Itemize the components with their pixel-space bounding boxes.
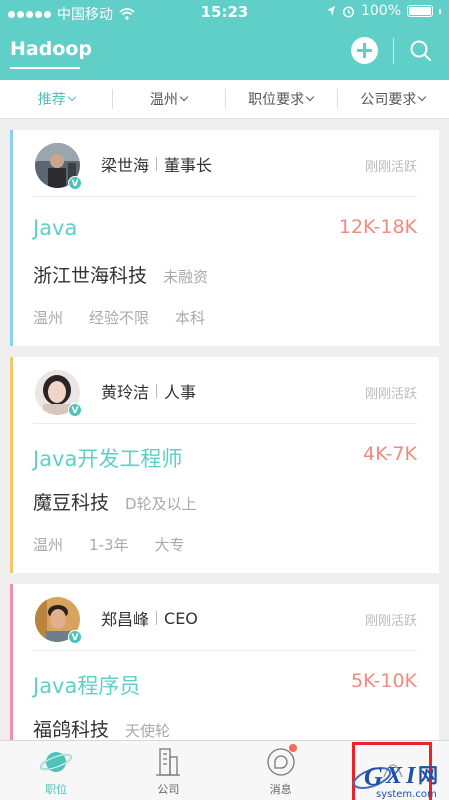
filter-job-requirements[interactable]: 职位要求 xyxy=(224,80,337,118)
job-title: Java开发工程师 xyxy=(33,447,183,471)
nav-title-underline xyxy=(10,67,80,69)
job-education: 大专 xyxy=(154,536,185,554)
funding-stage: 天使轮 xyxy=(125,722,171,740)
tab-messages[interactable]: 消息 xyxy=(225,741,337,800)
recruiter-role: CEO xyxy=(164,608,198,628)
app-header: 中国移动 15:23 100% Hadoop xyxy=(0,0,449,80)
recruiter: 郑昌峰 CEO xyxy=(101,606,198,630)
job-card[interactable]: V 梁世海 董事长 刚刚活跃 Java 12K-18K 浙江世海科技 未融资 温… xyxy=(10,130,439,346)
svg-text:system.com: system.com xyxy=(376,789,437,800)
recruiter-role: 人事 xyxy=(164,383,197,402)
active-status: 刚刚活跃 xyxy=(364,387,417,402)
battery-tip xyxy=(439,8,441,14)
location-arrow-icon xyxy=(326,6,335,16)
job-title: Java xyxy=(33,216,78,240)
company-row: 魔豆科技 D轮及以上 xyxy=(33,488,197,515)
job-title: Java程序员 xyxy=(33,674,141,698)
status-right: 100% xyxy=(326,3,441,19)
svg-text:X: X xyxy=(385,763,403,789)
salary: 4K-7K xyxy=(363,443,417,465)
battery-percent: 100% xyxy=(360,3,401,19)
watermark-logo: G X I 网 system.com xyxy=(352,762,438,800)
svg-text:I: I xyxy=(405,763,417,789)
filter-city[interactable]: 温州 xyxy=(112,80,224,118)
recruiter-name: 郑昌峰 xyxy=(101,610,150,629)
company-name: 福鸽科技 xyxy=(33,719,110,741)
company-row: 福鸽科技 天使轮 xyxy=(33,715,170,742)
chevron-down-icon xyxy=(179,92,189,102)
alarm-icon xyxy=(342,5,355,18)
avatar: V xyxy=(35,143,82,190)
card-accent xyxy=(10,130,13,346)
tab-companies[interactable]: 公司 xyxy=(112,741,224,800)
card-accent xyxy=(10,584,13,754)
verified-icon: V xyxy=(68,176,82,190)
recruiter-role: 董事长 xyxy=(164,156,213,175)
tab-label: 职位 xyxy=(45,783,68,796)
unread-dot xyxy=(288,744,297,752)
salary: 5K-10K xyxy=(350,670,417,692)
job-education: 本科 xyxy=(175,309,206,327)
chevron-down-icon xyxy=(67,92,76,102)
requirements-row: 温州 1-3年 大专 xyxy=(33,534,185,555)
building-icon xyxy=(156,748,181,776)
recruiter-name: 黄玲洁 xyxy=(101,383,150,402)
card-divider xyxy=(33,650,417,651)
add-icon[interactable] xyxy=(351,37,378,64)
verified-icon: V xyxy=(68,630,82,644)
job-city: 温州 xyxy=(33,309,64,327)
svg-text:网: 网 xyxy=(418,763,438,787)
verified-icon: V xyxy=(68,403,82,417)
job-card[interactable]: V 黄玲洁 人事 刚刚活跃 Java开发工程师 4K-7K 魔豆科技 D轮及以上… xyxy=(10,357,439,573)
job-experience: 经验不限 xyxy=(89,309,150,327)
requirements-row: 温州 经验不限 本科 xyxy=(33,307,205,328)
filter-recommend[interactable]: 推荐 xyxy=(0,80,112,118)
recruiter-name: 梁世海 xyxy=(101,156,150,175)
tab-label: 公司 xyxy=(157,783,180,796)
company-row: 浙江世海科技 未融资 xyxy=(33,261,208,288)
company-name: 浙江世海科技 xyxy=(33,265,148,287)
company-name: 魔豆科技 xyxy=(33,492,110,514)
chevron-down-icon xyxy=(418,92,427,102)
filter-bar: 推荐 温州 职位要求 公司要求 xyxy=(0,80,449,119)
search-icon[interactable] xyxy=(408,38,434,64)
svg-text:G: G xyxy=(364,762,383,791)
recruiter: 黄玲洁 人事 xyxy=(101,379,196,403)
nav-title-tab[interactable]: Hadoop xyxy=(10,38,92,60)
filter-company-requirements[interactable]: 公司要求 xyxy=(336,80,449,118)
salary: 12K-18K xyxy=(338,216,417,238)
planet-icon xyxy=(39,752,73,772)
battery-icon xyxy=(407,5,433,17)
active-status: 刚刚活跃 xyxy=(364,614,417,629)
card-divider xyxy=(33,423,417,424)
status-bar: 中国移动 15:23 100% xyxy=(0,0,449,24)
card-accent xyxy=(10,357,13,573)
avatar: V xyxy=(35,597,82,644)
job-city: 温州 xyxy=(33,536,64,554)
funding-stage: D轮及以上 xyxy=(125,495,197,513)
card-divider xyxy=(33,196,417,197)
job-experience: 1-3年 xyxy=(89,536,129,554)
funding-stage: 未融资 xyxy=(163,268,209,286)
recruiter: 梁世海 董事长 xyxy=(101,152,212,176)
tab-jobs[interactable]: 职位 xyxy=(0,741,112,800)
tab-label: 消息 xyxy=(269,783,292,796)
chevron-down-icon xyxy=(305,92,315,102)
active-status: 刚刚活跃 xyxy=(364,160,417,175)
avatar: V xyxy=(35,370,82,417)
job-card[interactable]: V 郑昌峰 CEO 刚刚活跃 Java程序员 5K-10K 福鸽科技 天使轮 xyxy=(10,584,439,754)
nav-divider xyxy=(393,38,394,64)
